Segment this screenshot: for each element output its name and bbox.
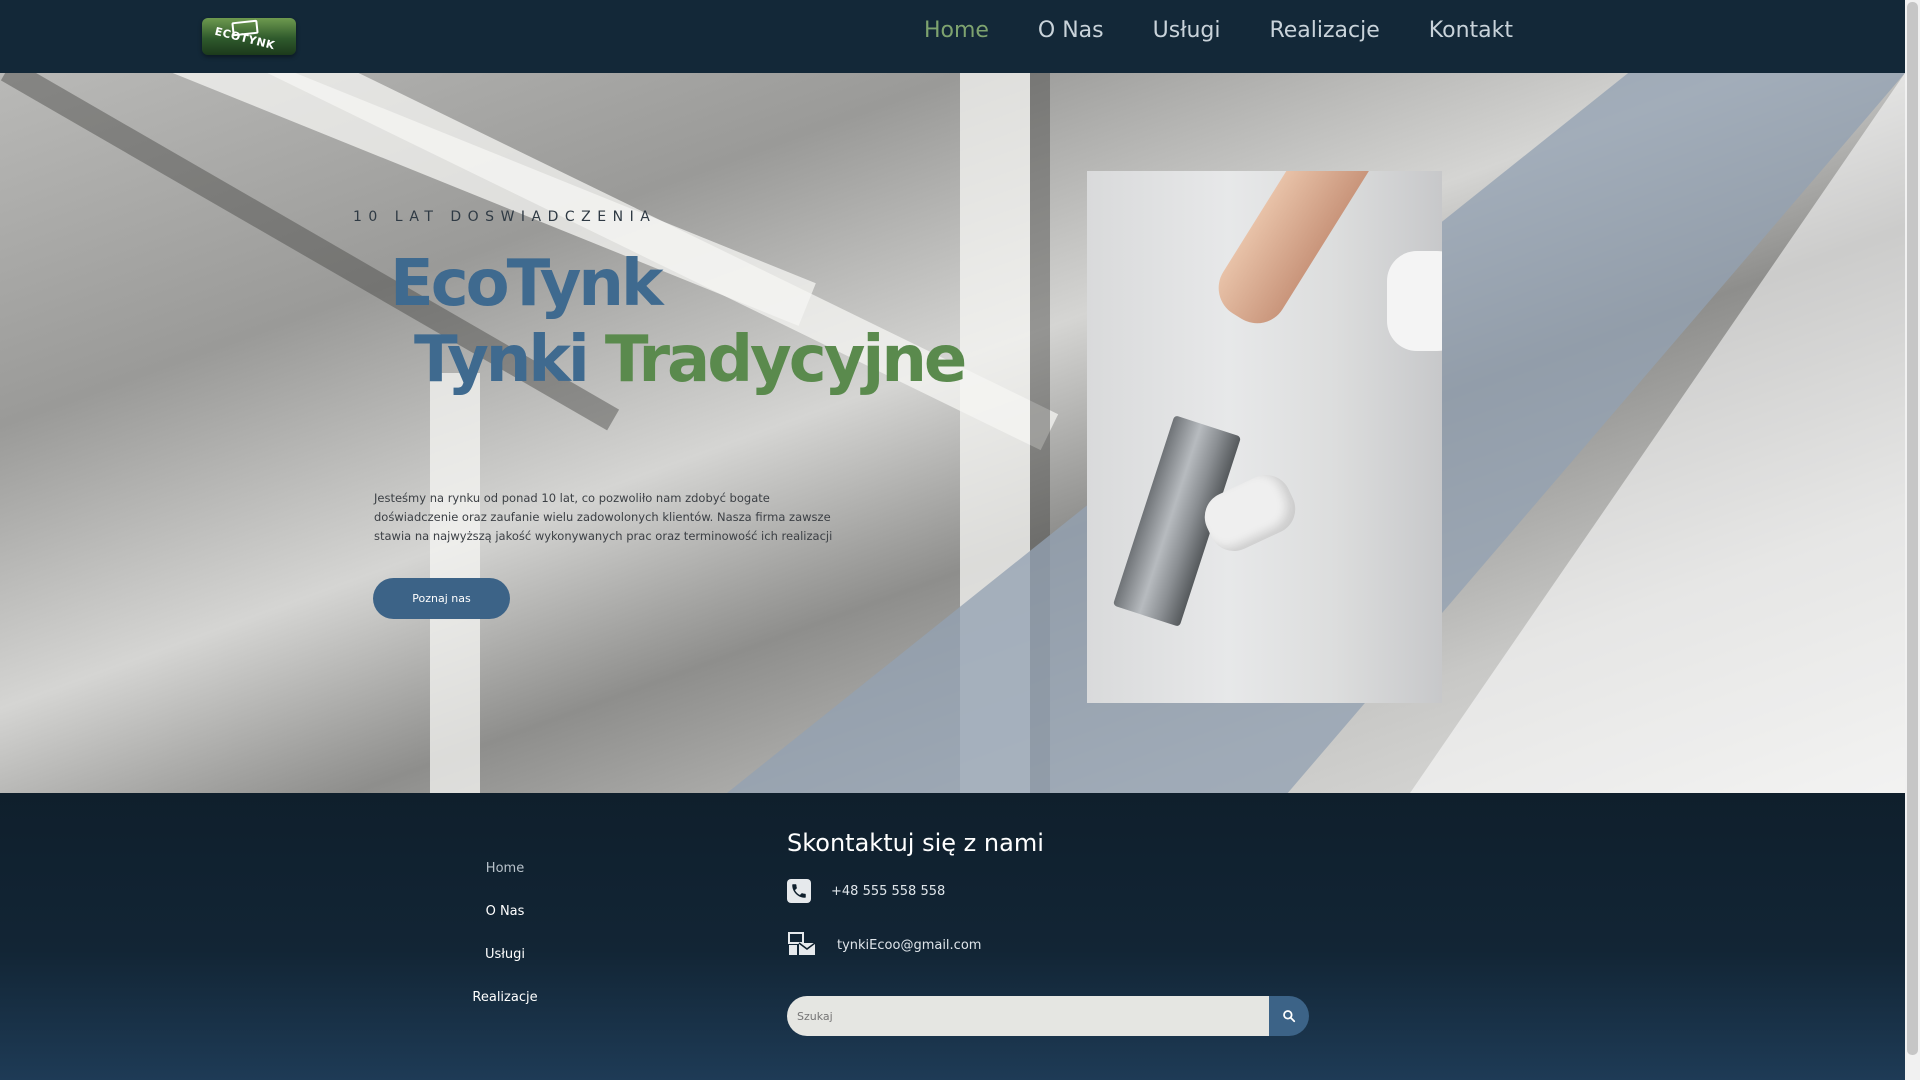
email-address[interactable]: tynkiEcoo@gmail.com bbox=[837, 938, 981, 953]
search-button[interactable] bbox=[1269, 996, 1309, 1036]
nav-home[interactable]: Home bbox=[924, 18, 989, 48]
footer-nav-o-nas[interactable]: O Nas bbox=[405, 904, 605, 919]
hero-subtitle: Tynki Tradycyjne bbox=[414, 323, 967, 397]
nav-realizacje[interactable]: Realizacje bbox=[1269, 18, 1379, 48]
ecotynk-logo[interactable]: ECOTYNK bbox=[202, 18, 296, 55]
mail-icon bbox=[787, 931, 817, 959]
page-scrollbar[interactable] bbox=[1905, 0, 1920, 1080]
hero-paragraph: Jesteśmy na rynku od ponad 10 lat, co po… bbox=[374, 490, 833, 543]
footer-nav-home[interactable]: Home bbox=[405, 861, 605, 876]
hero-kicker: 10 LAT DOSWIADCZENIA bbox=[353, 209, 657, 225]
footer-nav-uslugi[interactable]: Usługi bbox=[405, 947, 605, 962]
search-bar bbox=[787, 996, 1309, 1036]
main-nav: Home O Nas Usługi Realizacje Kontakt bbox=[875, 18, 1513, 48]
scrollbar-thumb[interactable] bbox=[1907, 2, 1918, 1055]
hero-section: 10 LAT DOSWIADCZENIA EcoTynk Tynki Tradyc… bbox=[0, 73, 1905, 793]
footer-nav: Home O Nas Usługi Realizacje bbox=[405, 861, 605, 1033]
footer-nav-realizacje[interactable]: Realizacje bbox=[405, 990, 605, 1005]
phone-number[interactable]: +48 555 558 558 bbox=[831, 884, 945, 899]
site-header: ECOTYNK Home O Nas Usługi Realizacje Kon… bbox=[0, 0, 1905, 73]
hero-title: EcoTynk bbox=[390, 247, 664, 321]
sleeve-shape bbox=[1387, 251, 1442, 351]
site-footer: Home O Nas Usługi Realizacje Skontaktuj … bbox=[0, 793, 1905, 1080]
search-input[interactable] bbox=[787, 996, 1269, 1036]
nav-uslugi[interactable]: Usługi bbox=[1153, 18, 1221, 48]
arm-shape bbox=[1207, 171, 1394, 335]
nav-o-nas[interactable]: O Nas bbox=[1038, 18, 1104, 48]
hero-subtitle-word2: Tradycyjne bbox=[604, 323, 967, 397]
contact-title: Skontaktuj się z nami bbox=[787, 829, 1044, 857]
email-row: tynkiEcoo@gmail.com bbox=[787, 931, 981, 959]
poznaj-nas-button[interactable]: Poznaj nas bbox=[373, 578, 510, 619]
search-icon bbox=[1283, 1010, 1296, 1023]
hero-subtitle-word1: Tynki bbox=[414, 323, 590, 397]
phone-row: +48 555 558 558 bbox=[787, 879, 945, 903]
plasterer-photo bbox=[1087, 171, 1442, 703]
phone-icon bbox=[787, 879, 811, 903]
nav-kontakt[interactable]: Kontakt bbox=[1429, 18, 1513, 48]
